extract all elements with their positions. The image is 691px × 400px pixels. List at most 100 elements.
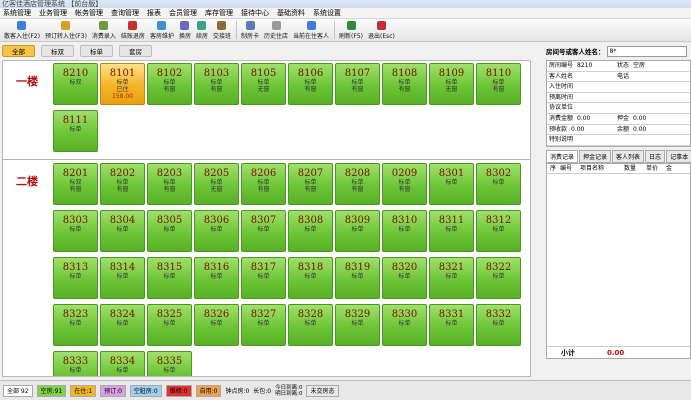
toolbar-button[interactable]: 刷新(F5) bbox=[339, 19, 363, 41]
room-card[interactable]: 8312 标单 bbox=[476, 210, 521, 252]
room-card[interactable]: 8317 标单 bbox=[241, 257, 286, 299]
room-card[interactable]: 8107 标单 有窗 bbox=[335, 63, 380, 105]
toolbar-button[interactable]: 交接班 bbox=[213, 19, 231, 41]
room-card[interactable]: 8323 标单 bbox=[53, 304, 98, 346]
status-count[interactable]: 预订:0 bbox=[100, 384, 126, 397]
room-card[interactable]: 8324 标单 bbox=[100, 304, 145, 346]
toolbar-button[interactable]: 散客入住(F2) bbox=[4, 19, 40, 41]
menu-item[interactable]: 基础资料 bbox=[277, 8, 305, 18]
room-card[interactable]: 8335 标单 bbox=[147, 351, 192, 376]
toolbar-button[interactable]: 退出(Esc) bbox=[368, 19, 395, 41]
toolbar-button[interactable]: 制房卡 bbox=[241, 19, 259, 41]
room-card[interactable]: 8201 标双 有窗 bbox=[53, 163, 98, 205]
room-card[interactable]: 8102 标单 有窗 bbox=[147, 63, 192, 105]
detail-tab[interactable]: 消费记录 bbox=[546, 149, 579, 163]
room-card[interactable]: 8101 标单 已住 158.00 bbox=[100, 63, 145, 105]
room-number: 8322 bbox=[485, 262, 512, 273]
room-card[interactable]: 8106 标单 有窗 bbox=[288, 63, 333, 105]
room-card[interactable]: 8301 标单 bbox=[429, 163, 474, 205]
room-card[interactable]: 8208 标单 有窗 bbox=[335, 163, 380, 205]
room-card[interactable]: 8111 标单 bbox=[53, 110, 98, 152]
menu-item[interactable]: 系统设置 bbox=[313, 8, 341, 18]
menu-item[interactable]: 系统管理 bbox=[3, 8, 31, 18]
status-count[interactable]: 空脏房:0 bbox=[129, 384, 162, 397]
toolbar-button[interactable]: 预订转入住(F3) bbox=[45, 19, 87, 41]
toolbar-button[interactable]: 客房维护 bbox=[150, 19, 174, 41]
room-card[interactable]: 8319 标单 bbox=[335, 257, 380, 299]
room-card[interactable]: 8314 标单 bbox=[100, 257, 145, 299]
room-type: 标单 bbox=[69, 320, 82, 327]
toolbar-button[interactable]: 续房 bbox=[196, 19, 208, 41]
room-card[interactable]: 8327 标单 bbox=[241, 304, 286, 346]
room-type-tab[interactable]: 标单 bbox=[80, 45, 113, 57]
room-card[interactable]: 8110 标单 有窗 bbox=[476, 63, 521, 105]
room-card[interactable]: 8308 标单 bbox=[288, 210, 333, 252]
room-card[interactable]: 8103 标单 有窗 bbox=[194, 63, 239, 105]
menu-item[interactable]: 会员管理 bbox=[169, 8, 197, 18]
room-card[interactable]: 8316 标单 bbox=[194, 257, 239, 299]
room-card[interactable]: 8311 标单 bbox=[429, 210, 474, 252]
room-card[interactable]: 0209 标单 有窗 bbox=[382, 163, 427, 205]
room-card[interactable]: 8202 标单 有窗 bbox=[100, 163, 145, 205]
room-card[interactable]: 8303 标单 bbox=[53, 210, 98, 252]
room-card[interactable]: 8333 标单 bbox=[53, 351, 98, 376]
room-card[interactable]: 8318 标单 bbox=[288, 257, 333, 299]
room-card[interactable]: 8302 标单 bbox=[476, 163, 521, 205]
room-card[interactable]: 8108 标单 有窗 bbox=[382, 63, 427, 105]
menu-item[interactable]: 业务管理 bbox=[39, 8, 67, 18]
room-card[interactable]: 8207 标单 有窗 bbox=[288, 163, 333, 205]
room-number: 8329 bbox=[344, 309, 371, 320]
detail-tab[interactable]: 押金记录 bbox=[579, 149, 612, 163]
menu-item[interactable]: 接待中心 bbox=[241, 8, 269, 18]
room-type-tab[interactable]: 标双 bbox=[41, 45, 74, 57]
status-count[interactable]: 空房:91 bbox=[36, 384, 67, 397]
search-input[interactable] bbox=[606, 45, 687, 57]
room-card[interactable]: 8305 标单 bbox=[147, 210, 192, 252]
toolbar-button[interactable]: 消费录入 bbox=[92, 19, 116, 41]
room-card[interactable]: 8321 标单 bbox=[429, 257, 474, 299]
room-card[interactable]: 8334 标单 bbox=[100, 351, 145, 376]
toolbar-button[interactable]: 当前在住客人 bbox=[293, 19, 329, 41]
status-count[interactable]: 维修:0 bbox=[165, 384, 192, 397]
status-count[interactable]: 全部 92 bbox=[3, 384, 33, 397]
menu-item[interactable]: 查询管理 bbox=[111, 8, 139, 18]
menu-item[interactable]: 帐务管理 bbox=[75, 8, 103, 18]
toolbar-button[interactable]: 换房 bbox=[179, 19, 191, 41]
room-card[interactable]: 8332 标单 bbox=[476, 304, 521, 346]
menu-item[interactable]: 报表 bbox=[147, 8, 161, 18]
detail-tab[interactable]: 记事本 bbox=[666, 149, 691, 163]
toolbar-button[interactable]: 结账退房 bbox=[121, 19, 145, 41]
room-card[interactable]: 8203 标单 有窗 bbox=[147, 163, 192, 205]
room-card[interactable]: 8326 标单 bbox=[194, 304, 239, 346]
status-count[interactable]: 在住:1 bbox=[70, 384, 97, 397]
room-card[interactable]: 8306 标单 bbox=[194, 210, 239, 252]
room-type-tab[interactable]: 全部 bbox=[2, 45, 35, 57]
room-card[interactable]: 8109 标单 无窗 bbox=[429, 63, 474, 105]
status-count[interactable]: 自用:0 bbox=[195, 384, 222, 397]
room-card[interactable]: 8329 标单 bbox=[335, 304, 380, 346]
detail-tab[interactable]: 日志 bbox=[645, 149, 666, 163]
room-card[interactable]: 8304 标单 bbox=[100, 210, 145, 252]
room-card[interactable]: 8206 标单 有窗 bbox=[241, 163, 286, 205]
room-card[interactable]: 8320 标单 bbox=[382, 257, 427, 299]
room-card[interactable]: 8310 标单 bbox=[382, 210, 427, 252]
toolbar-label: 当前在住客人 bbox=[293, 33, 330, 40]
room-card[interactable]: 8315 标单 bbox=[147, 257, 192, 299]
room-card[interactable]: 8309 标单 bbox=[335, 210, 380, 252]
room-card[interactable]: 8313 标单 bbox=[53, 257, 98, 299]
room-card[interactable]: 8328 标单 bbox=[288, 304, 333, 346]
room-card[interactable]: 8205 标单 无窗 bbox=[194, 163, 239, 205]
detail-tab[interactable]: 客人列表 bbox=[612, 149, 645, 163]
room-card[interactable]: 8307 标单 bbox=[241, 210, 286, 252]
room-card[interactable]: 8331 标单 bbox=[429, 304, 474, 346]
menu-item[interactable]: 库存管理 bbox=[205, 8, 233, 18]
room-type-tab[interactable]: 套房 bbox=[119, 45, 152, 57]
room-card[interactable]: 8330 标单 bbox=[382, 304, 427, 346]
room-card[interactable]: 8210 标双 bbox=[53, 63, 98, 105]
room-card[interactable]: 8322 标单 bbox=[476, 257, 521, 299]
toolbar-button[interactable]: 历史住店 bbox=[264, 19, 288, 41]
status-end-button[interactable]: 未交房态 bbox=[306, 384, 339, 397]
room-card[interactable]: 8105 标单 无窗 bbox=[241, 63, 286, 105]
toolbar-label: 散客入住(F2) bbox=[4, 33, 40, 40]
room-card[interactable]: 8325 标单 bbox=[147, 304, 192, 346]
